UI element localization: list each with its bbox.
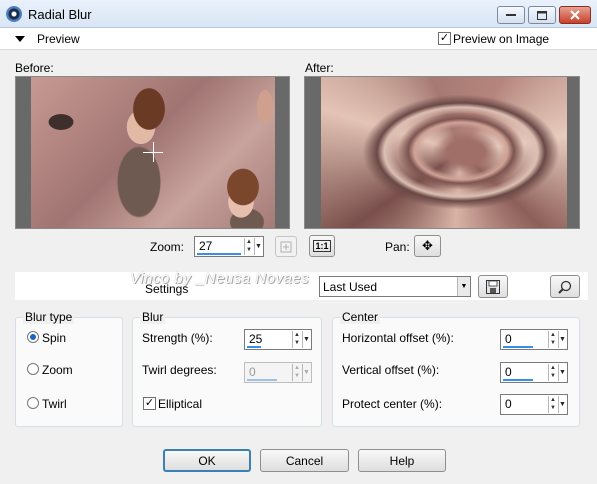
spin-down-icon[interactable]: ▼: [549, 339, 557, 347]
twirl-dropdown-icon: ▼: [302, 364, 310, 381]
spin-down-icon[interactable]: ▼: [549, 404, 557, 412]
blur-type-title: Blur type: [23, 310, 75, 324]
vertical-offset-spinbox[interactable]: 0 ▲ ▼ ▼: [500, 362, 568, 383]
zoom-dropdown-icon[interactable]: ▼: [254, 238, 262, 255]
actual-size-label: 1:1: [313, 240, 331, 252]
ok-button[interactable]: OK: [163, 449, 251, 472]
checkmark-icon: ✓: [439, 32, 450, 44]
radio-spin[interactable]: [27, 331, 39, 343]
vertical-offset-stepper[interactable]: ▲ ▼: [548, 364, 557, 381]
vertical-offset-label: Vertical offset (%):: [342, 363, 440, 377]
horizontal-offset-dropdown-icon[interactable]: ▼: [558, 331, 566, 348]
after-preview-image: [321, 77, 567, 228]
reset-randomize-icon: [558, 280, 572, 294]
spin-up-icon[interactable]: ▲: [549, 331, 557, 339]
center-crosshair-vertical: [153, 142, 154, 162]
spin-up-icon[interactable]: ▲: [293, 331, 301, 339]
strength-spinbox[interactable]: 25 ▲ ▼ ▼: [244, 329, 312, 350]
pan-icon: ✥: [422, 238, 433, 253]
pan-button[interactable]: ✥: [414, 235, 441, 257]
window-title: Radial Blur: [28, 7, 92, 22]
preview-on-image-checkbox[interactable]: ✓: [438, 32, 451, 45]
zoom-value: 27: [199, 239, 213, 253]
radio-spin-label[interactable]: Spin: [42, 331, 66, 345]
zoom-fit-icon: [280, 241, 292, 252]
app-icon: [6, 6, 22, 22]
before-label: Before:: [15, 61, 54, 75]
save-preset-button[interactable]: [478, 275, 508, 298]
elliptical-checkbox[interactable]: ✓: [143, 397, 156, 410]
radio-zoom-label[interactable]: Zoom: [42, 363, 73, 377]
center-title: Center: [340, 310, 381, 324]
vertical-offset-dropdown-icon[interactable]: ▼: [558, 364, 566, 381]
before-preview-frame[interactable]: [15, 76, 290, 229]
save-preset-icon: [486, 279, 500, 294]
protect-center-spinbox[interactable]: 0 ▲ ▼ ▼: [500, 394, 568, 415]
pan-label: Pan:: [385, 240, 410, 254]
maximize-button[interactable]: [528, 6, 556, 24]
protect-center-stepper[interactable]: ▲ ▼: [548, 396, 557, 413]
maximize-icon: [537, 10, 547, 20]
spin-down-icon[interactable]: ▼: [293, 339, 301, 347]
reset-button[interactable]: [550, 275, 580, 298]
settings-label: Settings: [145, 282, 189, 296]
protect-center-dropdown-icon[interactable]: ▼: [558, 396, 566, 413]
twirl-degrees-spinbox: 0 ▲ ▼ ▼: [244, 362, 312, 383]
minimize-icon: [506, 14, 516, 16]
preview-label: Preview: [37, 32, 80, 46]
actual-size-button[interactable]: 1:1: [309, 235, 335, 257]
preview-on-image-label: Preview on Image: [453, 32, 550, 46]
horizontal-offset-bar: [503, 346, 533, 348]
zoom-spinbox[interactable]: 27 ▲ ▼ ▼: [194, 236, 264, 257]
help-button[interactable]: Help: [358, 449, 446, 472]
twirl-degrees-label: Twirl degrees:: [142, 363, 217, 377]
zoom-fit-button[interactable]: [275, 236, 297, 257]
spin-down-icon[interactable]: ▼: [549, 372, 557, 380]
strength-value-bar: [247, 346, 261, 348]
protect-center-label: Protect center (%):: [342, 397, 443, 411]
horizontal-offset-label: Horizontal offset (%):: [342, 331, 454, 345]
vertical-offset-bar: [503, 379, 533, 381]
strength-label: Strength (%):: [142, 331, 213, 345]
after-preview-frame: [304, 76, 580, 229]
close-button[interactable]: [559, 6, 591, 24]
horizontal-offset-stepper[interactable]: ▲ ▼: [548, 331, 557, 348]
strength-dropdown-icon[interactable]: ▼: [302, 331, 310, 348]
spin-up-icon[interactable]: ▲: [549, 364, 557, 372]
strength-stepper[interactable]: ▲ ▼: [292, 331, 301, 348]
collapse-triangle-icon[interactable]: [15, 36, 25, 42]
radio-zoom[interactable]: [27, 363, 39, 375]
minimize-button[interactable]: [497, 6, 525, 24]
twirl-stepper: ▲ ▼: [292, 364, 301, 381]
close-icon: [570, 10, 580, 20]
twirl-value-bar: [247, 379, 277, 381]
after-label: After:: [305, 61, 334, 75]
preset-select[interactable]: Last Used ▼: [319, 276, 471, 297]
checkmark-icon: ✓: [144, 397, 155, 409]
spin-down-icon[interactable]: ▼: [245, 246, 253, 254]
spin-up-icon[interactable]: ▲: [549, 396, 557, 404]
radio-twirl-label[interactable]: Twirl: [42, 397, 67, 411]
zoom-label: Zoom:: [150, 240, 185, 254]
cancel-button[interactable]: Cancel: [260, 449, 349, 472]
horizontal-offset-value: 0: [505, 332, 512, 346]
vertical-offset-value: 0: [505, 365, 512, 379]
spin-up-icon: ▲: [294, 365, 300, 371]
horizontal-offset-spinbox[interactable]: 0 ▲ ▼ ▼: [500, 329, 568, 350]
twirl-degrees-value: 0: [249, 365, 256, 379]
radio-twirl[interactable]: [27, 397, 39, 409]
zoom-stepper[interactable]: ▲ ▼: [244, 238, 253, 255]
spin-down-icon: ▼: [294, 373, 300, 379]
protect-center-value: 0: [505, 397, 512, 411]
elliptical-label: Elliptical: [158, 397, 203, 411]
zoom-value-bar: [197, 253, 241, 255]
spin-up-icon[interactable]: ▲: [245, 238, 253, 246]
blur-title: Blur: [140, 310, 166, 324]
preset-value: Last Used: [323, 280, 378, 294]
strength-value: 25: [249, 332, 263, 346]
preset-dropdown-icon[interactable]: ▼: [457, 277, 470, 296]
